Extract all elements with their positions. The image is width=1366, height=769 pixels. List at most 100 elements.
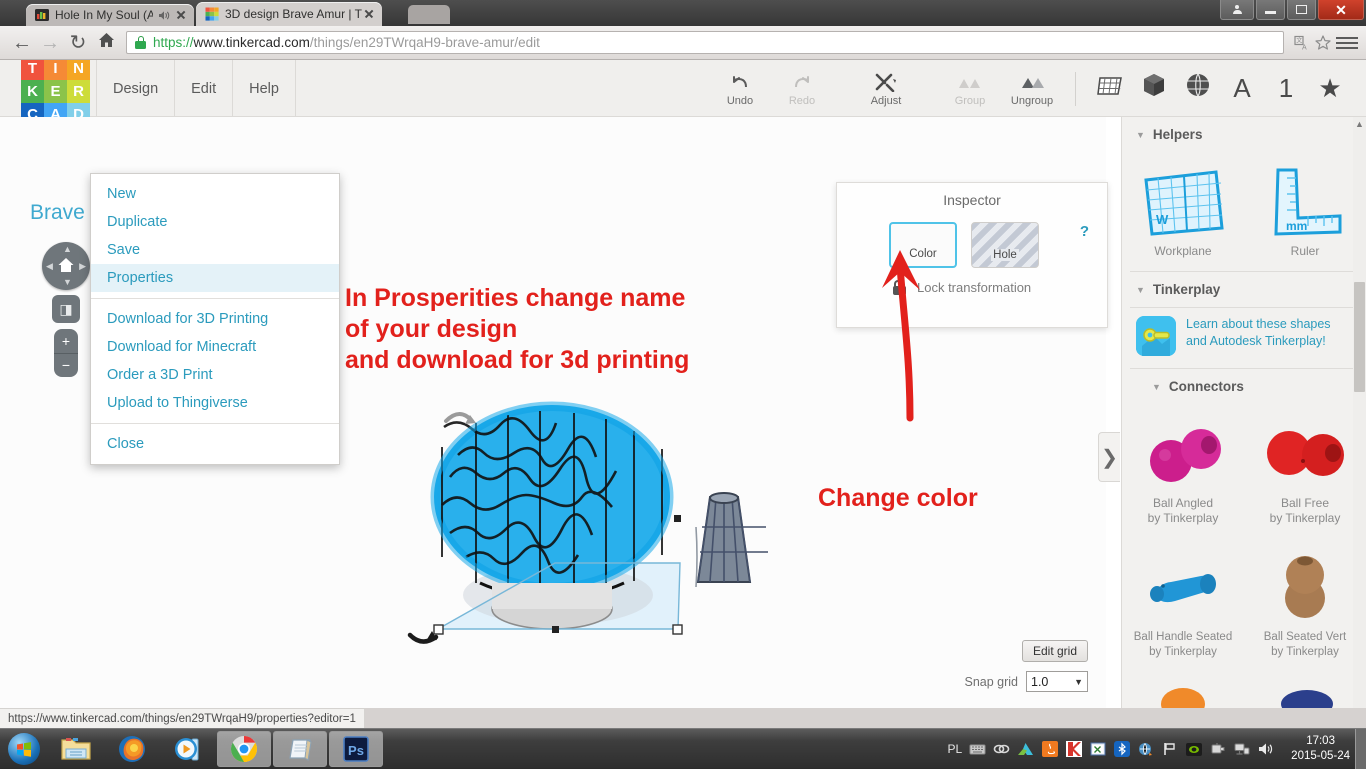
star-shape-button[interactable]: ★ (1308, 60, 1352, 117)
menu-item-order-3d-print[interactable]: Order a 3D Print (91, 361, 339, 389)
close-window-button[interactable]: ✕ (1318, 0, 1364, 20)
chrome-menu-button[interactable] (1336, 31, 1358, 55)
kaspersky-icon[interactable] (1065, 741, 1082, 758)
inspector-help-icon[interactable]: ? (1080, 223, 1089, 240)
browser-tab-2[interactable]: 3D design Brave Amur | Ti (196, 2, 382, 26)
taskbar-firefox[interactable] (105, 731, 159, 767)
nav-right-icon[interactable]: ▶ (79, 262, 86, 271)
edit-grid-button[interactable]: Edit grid (1021, 640, 1088, 662)
tab-close-button-1[interactable] (174, 8, 188, 22)
section-header-tinkerplay[interactable]: ▼ Tinkerplay (1122, 272, 1366, 307)
menu-item-upload-thingiverse[interactable]: Upload to Thingiverse (91, 389, 339, 417)
menu-help[interactable]: Help (233, 60, 296, 117)
section-header-connectors[interactable]: ▼ Connectors (1122, 369, 1366, 404)
sidebar-scroll-thumb[interactable] (1354, 282, 1365, 392)
section-header-helpers[interactable]: ▼ Helpers (1122, 117, 1366, 152)
taskbar-clock[interactable]: 17:03 2015-05-24 (1291, 734, 1350, 764)
sphere-shape-button[interactable] (1176, 60, 1220, 117)
scroll-up-icon[interactable]: ▲ (1354, 119, 1365, 129)
tray-language-indicator[interactable]: PL (947, 742, 962, 756)
network-share-icon[interactable] (1137, 741, 1154, 758)
excel-icon[interactable] (1089, 741, 1106, 758)
zoom-in-button[interactable]: + (54, 329, 78, 354)
profile-button[interactable] (1220, 0, 1254, 20)
address-bar[interactable]: https://www.tinkercad.com/things/en29TWr… (126, 31, 1284, 54)
volume-icon[interactable] (1257, 741, 1274, 758)
nav-down-icon[interactable]: ▼ (63, 278, 72, 287)
autodesk-icon[interactable] (1017, 741, 1034, 758)
nav-left-icon[interactable]: ◀ (46, 262, 53, 271)
model-viewport[interactable] (380, 367, 800, 667)
zoom-controls[interactable]: + − (54, 329, 78, 377)
text-shape-button[interactable]: A (1220, 60, 1264, 117)
translate-icon[interactable]: 文 A (1293, 34, 1311, 52)
reload-button[interactable]: ↻ (64, 29, 92, 57)
color-button[interactable]: Color (889, 222, 957, 268)
helper-workplane[interactable]: W Workplane (1122, 152, 1244, 271)
sidebar-scrollbar[interactable]: ▲ (1353, 117, 1366, 708)
hole-button[interactable]: Hole (971, 222, 1039, 268)
view-cube-button[interactable]: ◨ (52, 295, 80, 323)
design-title[interactable]: Brave (30, 201, 85, 225)
taskbar-explorer[interactable] (49, 731, 103, 767)
menu-design[interactable]: Design (96, 60, 176, 117)
tinkerplay-promo[interactable]: Learn about these shapes and Autodesk Ti… (1122, 308, 1366, 368)
taskbar-notepad[interactable] (273, 730, 327, 767)
taskbar-chrome[interactable] (217, 730, 271, 767)
bluetooth-icon[interactable] (1113, 741, 1130, 758)
connector-ball-seated-vert[interactable]: Ball Seated Vert by Tinkerplay (1244, 538, 1366, 672)
zoom-out-button[interactable]: − (54, 354, 78, 378)
nav-up-icon[interactable]: ▲ (63, 245, 72, 254)
undo-button[interactable]: Undo (709, 60, 771, 117)
tab-audio-icon[interactable] (157, 9, 170, 22)
number-shape-button[interactable]: 1 (1264, 60, 1308, 117)
power-icon[interactable] (1209, 741, 1226, 758)
menu-item-download-minecraft[interactable]: Download for Minecraft (91, 333, 339, 361)
flag-icon[interactable] (1161, 741, 1178, 758)
start-button[interactable] (0, 730, 48, 768)
group-button[interactable]: Group (939, 60, 1001, 117)
minimize-button[interactable] (1256, 0, 1285, 20)
grid-shape-button[interactable] (1088, 60, 1132, 117)
connector-blue-partial[interactable] (1244, 672, 1366, 708)
connector-orange-partial[interactable] (1122, 672, 1244, 708)
connector-ball-free[interactable]: Ball Free by Tinkerplay (1244, 404, 1366, 538)
menu-item-download-3d-printing[interactable]: Download for 3D Printing (91, 305, 339, 333)
ungroup-button[interactable]: Ungroup (1001, 60, 1063, 117)
menu-edit[interactable]: Edit (175, 60, 234, 117)
view-nav-pad[interactable]: ▲ ▼ ◀ ▶ (42, 242, 90, 290)
menu-item-new[interactable]: New (91, 180, 339, 208)
tinkerplay-app-icon (1136, 316, 1176, 356)
new-tab-button[interactable] (408, 5, 450, 24)
forward-button[interactable]: → (36, 29, 64, 57)
menu-item-properties[interactable]: Properties (91, 264, 339, 292)
menu-item-duplicate[interactable]: Duplicate (91, 208, 339, 236)
adjust-button[interactable]: Adjust (855, 60, 917, 117)
home-view-icon[interactable] (57, 256, 75, 277)
show-desktop-button[interactable] (1355, 729, 1366, 769)
network-icon[interactable] (1233, 741, 1250, 758)
cube-shape-button[interactable] (1132, 60, 1176, 117)
nvidia-icon[interactable] (1185, 741, 1202, 758)
back-button[interactable]: ← (8, 29, 36, 57)
lock-transformation-row[interactable]: Lock transformation (837, 268, 1107, 295)
taskbar-media-player[interactable] (161, 731, 215, 767)
java-icon[interactable] (1041, 741, 1058, 758)
keyboard-icon[interactable] (969, 741, 986, 758)
redo-button[interactable]: Redo (771, 60, 833, 117)
link-icon[interactable] (993, 741, 1010, 758)
menu-item-close[interactable]: Close (91, 430, 339, 458)
collapse-panel-button[interactable]: ❯ (1098, 432, 1120, 482)
menu-item-save[interactable]: Save (91, 236, 339, 264)
home-button[interactable] (92, 29, 120, 57)
maximize-button[interactable] (1287, 0, 1316, 20)
browser-tab-1[interactable]: Hole In My Soul (Albun (26, 4, 194, 26)
tinkerplay-learn-link[interactable]: Learn about these shapes and Autodesk Ti… (1186, 316, 1331, 350)
tab-close-button-2[interactable] (362, 7, 376, 21)
helper-ruler[interactable]: mm Ruler (1244, 152, 1366, 271)
connector-ball-angled[interactable]: Ball Angled by Tinkerplay (1122, 404, 1244, 538)
taskbar-photoshop[interactable]: Ps (329, 730, 383, 767)
snap-grid-select[interactable]: 1.0 ▼ (1026, 671, 1088, 692)
bookmark-star-icon[interactable] (1314, 34, 1332, 52)
connector-ball-handle-seated[interactable]: Ball Handle Seated by Tinkerplay (1122, 538, 1244, 672)
